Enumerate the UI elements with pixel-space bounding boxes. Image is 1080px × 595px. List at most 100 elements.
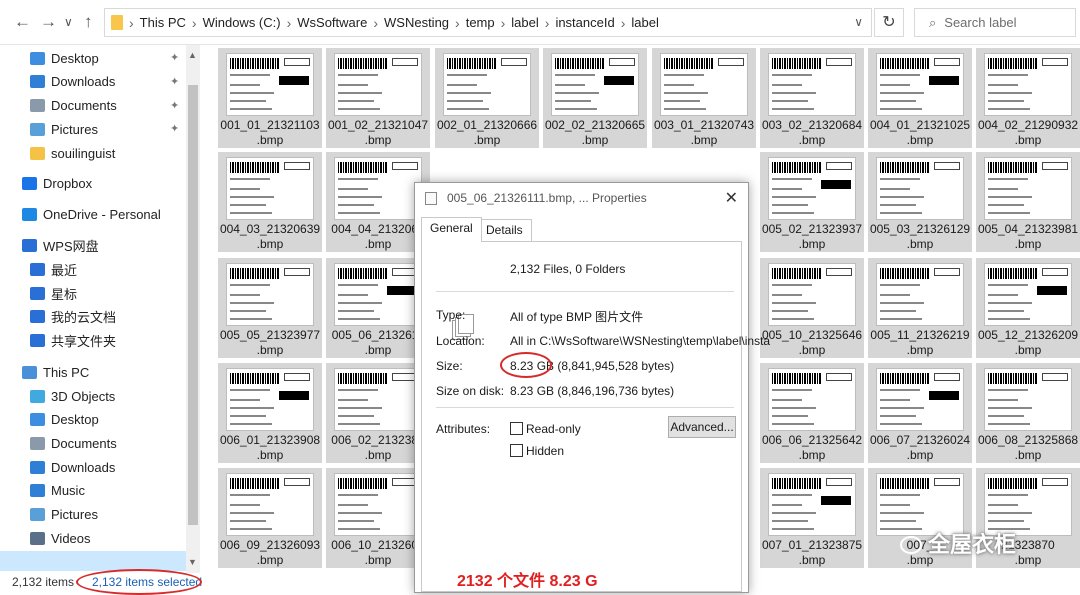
nav-item-icon	[30, 286, 45, 300]
up-arrow-icon[interactable]: ↑	[84, 12, 93, 32]
breadcrumb-item[interactable]: label	[625, 15, 664, 30]
nav-item-icon	[22, 176, 37, 190]
nav-item-icon	[22, 207, 37, 221]
file-tile[interactable]: 004_01_21321025 .bmp	[868, 48, 972, 148]
scroll-down-icon[interactable]: ▼	[188, 557, 197, 567]
label-thumbnail	[226, 368, 314, 431]
nav-item[interactable]: Downloads	[30, 456, 115, 478]
nav-item[interactable]: souilinguist	[30, 142, 115, 164]
dialog-title: 005_06_21326111.bmp, ... Properties	[447, 191, 647, 205]
nav-item[interactable]: This PC	[22, 361, 89, 383]
nav-item[interactable]: Documents	[30, 95, 117, 117]
dialog-titlebar[interactable]: 005_06_21326111.bmp, ... Properties ✕	[415, 183, 748, 214]
label-thumbnail	[768, 263, 856, 326]
file-tile[interactable]: 002_02_21320665 .bmp	[543, 48, 647, 148]
file-tile[interactable]: 005_03_21326129 .bmp	[868, 152, 972, 252]
file-name-text: 004_03_21320639	[219, 222, 321, 236]
file-tile[interactable]: 004_03_21320639 .bmp	[218, 152, 322, 252]
divider	[436, 407, 734, 408]
nav-item-label: 共享文件夹	[51, 333, 117, 349]
back-arrow-icon[interactable]: ←	[14, 12, 31, 32]
nav-item[interactable]: Desktop	[30, 47, 99, 69]
pin-icon[interactable]: ✦	[170, 99, 179, 112]
nav-scrollbar-thumb[interactable]	[188, 85, 198, 525]
file-tile[interactable]: 005_05_21323977 .bmp	[218, 258, 322, 358]
nav-scrollbar[interactable]	[186, 45, 200, 573]
tab-general[interactable]: General	[421, 217, 482, 242]
nav-item-icon	[22, 238, 37, 252]
readonly-checkbox[interactable]: Read-only	[510, 422, 581, 436]
breadcrumb: › This PC › Windows (C:) › WsSoftware › WSNesti…	[105, 9, 665, 36]
nav-item[interactable]: Pictures	[30, 118, 98, 140]
file-tile[interactable]: 001_02_21321047 .bmp	[326, 48, 430, 148]
file-extension: .bmp	[256, 133, 284, 147]
file-tile[interactable]: 005_10_21325646 .bmp	[760, 258, 864, 358]
nav-item[interactable]: 最近	[30, 258, 77, 280]
file-tile[interactable]: 006_09_21326093 .bmp	[218, 468, 322, 568]
nav-item-icon	[30, 51, 45, 65]
file-tile[interactable]: 006_07_21326024 .bmp	[868, 363, 972, 463]
file-tile[interactable]: 003_02_21320684 .bmp	[760, 48, 864, 148]
nav-item[interactable]: WPS网盘	[22, 234, 99, 256]
breadcrumb-item[interactable]: temp	[460, 15, 501, 30]
breadcrumb-item[interactable]: WSNesting	[378, 15, 455, 30]
file-tile[interactable]: 006_08_21325868 .bmp	[976, 363, 1080, 463]
nav-item[interactable]: Desktop	[30, 409, 99, 431]
label-thumbnail	[984, 263, 1072, 326]
nav-item[interactable]: Pictures	[30, 504, 98, 526]
file-tile[interactable]: 006_01_21323908 .bmp	[218, 363, 322, 463]
checkbox-box[interactable]	[510, 422, 523, 435]
file-tile[interactable]: 005_12_21326209 .bmp	[976, 258, 1080, 358]
advanced-button[interactable]: Advanced...	[668, 416, 736, 438]
file-name: 007_01_21323875 .bmp	[760, 538, 864, 568]
forward-arrow-icon[interactable]: →	[40, 12, 57, 32]
nav-item[interactable]: 我的云文档	[30, 305, 116, 327]
file-tile[interactable]: 003_01_21320743 .bmp	[652, 48, 756, 148]
breadcrumb-item[interactable]: WsSoftware	[291, 15, 373, 30]
nav-item[interactable]: Videos	[30, 527, 91, 549]
file-tile[interactable]: 007_01_21323875 .bmp	[760, 468, 864, 568]
nav-item[interactable]: Downloads	[30, 71, 115, 93]
nav-item[interactable]: Documents	[30, 432, 117, 454]
scroll-up-icon[interactable]: ▲	[188, 50, 197, 60]
file-tile[interactable]: 005_11_21326219 .bmp	[868, 258, 972, 358]
nav-item[interactable]: Dropbox	[22, 172, 92, 194]
search-input[interactable]: ⌕ Search label	[914, 8, 1076, 37]
recent-locations-icon[interactable]: ∨	[64, 15, 73, 29]
file-tile[interactable]: 002_01_21320666 .bmp	[435, 48, 539, 148]
pin-icon[interactable]: ✦	[170, 51, 179, 64]
hidden-checkbox[interactable]: Hidden	[510, 444, 564, 458]
file-tile[interactable]: 006_06_21325642 .bmp	[760, 363, 864, 463]
hidden-label: Hidden	[526, 444, 565, 458]
nav-item[interactable]: 星标	[30, 282, 77, 304]
nav-item[interactable]: OneDrive - Personal	[22, 203, 161, 225]
nav-item[interactable]: 3D Objects	[30, 385, 115, 407]
refresh-button[interactable]: ↻	[874, 8, 904, 37]
navigation-pane: Desktop ✦ Downloads ✦ Documents ✦ Pictures ✦ sou…	[0, 45, 200, 573]
close-icon[interactable]: ✕	[725, 183, 738, 214]
file-name-text: 001_01_21321103	[220, 118, 320, 132]
file-tile[interactable]: 001_01_21321103 .bmp	[218, 48, 322, 148]
tab-details[interactable]: Details	[477, 219, 532, 241]
pin-icon[interactable]: ✦	[170, 122, 179, 135]
file-tile[interactable]: 005_02_21323937 .bmp	[760, 152, 864, 252]
file-name: 005_04_21323981 .bmp	[976, 222, 1080, 252]
nav-item[interactable]: 共享文件夹	[30, 329, 116, 351]
breadcrumb-item[interactable]: label	[505, 15, 544, 30]
address-bar[interactable]: › This PC › Windows (C:) › WsSoftware › WSNesti…	[104, 8, 872, 37]
label-thumbnail	[876, 368, 964, 431]
file-name-text: 006_06_21325642	[761, 433, 863, 447]
address-dropdown-icon[interactable]: ∨	[854, 15, 863, 29]
wechat-icon	[900, 536, 922, 554]
file-tile[interactable]: 004_02_21290932 .bmp	[976, 48, 1080, 148]
file-extension: .bmp	[906, 133, 934, 147]
breadcrumb-item[interactable]: This PC	[134, 15, 192, 30]
breadcrumb-item[interactable]: instanceId	[549, 15, 620, 30]
size-highlight	[500, 352, 552, 378]
breadcrumb-item[interactable]: Windows (C:)	[197, 15, 287, 30]
pin-icon[interactable]: ✦	[170, 75, 179, 88]
checkbox-box[interactable]	[510, 444, 523, 457]
nav-item[interactable]: Music	[30, 480, 85, 502]
file-name: 004_03_21320639 .bmp	[218, 222, 322, 252]
file-tile[interactable]: 005_04_21323981 .bmp	[976, 152, 1080, 252]
